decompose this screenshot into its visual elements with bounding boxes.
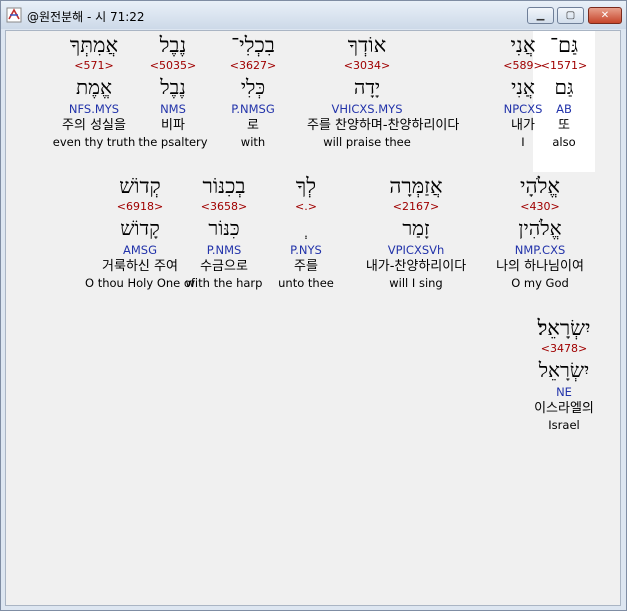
window-title: @원전분해 - 시 71:22 bbox=[27, 10, 145, 24]
app-icon bbox=[6, 7, 22, 23]
english-gloss: even thy truth bbox=[52, 135, 136, 149]
morphology-code: AMSG bbox=[122, 243, 157, 257]
strong-number: <589> bbox=[503, 59, 543, 72]
word-cell[interactable]: יִשְׂרָאֵל׃ <3478> יִשְׂרָאֵל NE 이스라엘의 Israel bbox=[504, 314, 620, 433]
maximize-button[interactable]: ▢ bbox=[557, 7, 584, 24]
strong-number: <430> bbox=[520, 200, 560, 213]
close-icon: ✕ bbox=[600, 10, 610, 21]
strong-number: <3478> bbox=[540, 342, 588, 355]
hebrew-lemma: זָמַר bbox=[402, 216, 430, 240]
hebrew-lemma: אֲנִי bbox=[511, 75, 535, 99]
english-gloss: will I sing bbox=[389, 276, 443, 290]
english-gloss: I bbox=[521, 135, 525, 149]
korean-gloss: 이스라엘의 bbox=[534, 401, 594, 416]
korean-gloss: 거룩하신 주여 bbox=[102, 259, 178, 274]
english-gloss: O thou Holy One of bbox=[85, 276, 195, 290]
word-cell[interactable]: אֲנִי <589> אֲנִי NPCXS 내가 I bbox=[463, 31, 583, 150]
english-gloss: will praise thee bbox=[323, 135, 411, 149]
word-cell[interactable]: אוֹדְךָ <3034> יָדָה VHICXS.MYS 주를 찬양하며-찬양하리… bbox=[307, 31, 460, 150]
close-button[interactable]: ✕ bbox=[588, 7, 622, 24]
korean-gloss: 나의 하나님이여 bbox=[496, 259, 584, 274]
strong-number: <6918> bbox=[116, 200, 164, 213]
morphology-code: NMP.CXS bbox=[514, 243, 566, 257]
hebrew-word: אֲמִתְּךָ bbox=[69, 33, 119, 57]
strong-number: <3034> bbox=[343, 59, 391, 72]
word-cell[interactable]: אֲמִתְּךָ <571> אֱמֶת NFS.MYS 주의 성실을 even thy… bbox=[34, 31, 154, 150]
morphology-code: NFS.MYS bbox=[68, 102, 120, 116]
hebrew-word: אֲנִי bbox=[510, 33, 536, 57]
strong-number: <571> bbox=[74, 59, 114, 72]
korean-gloss: 주의 성실을 bbox=[62, 118, 126, 133]
maximize-icon: ▢ bbox=[565, 10, 576, 21]
morphology-code: NE bbox=[556, 385, 572, 399]
korean-gloss: 내가 bbox=[511, 118, 535, 133]
english-gloss: O my God bbox=[511, 276, 569, 290]
minimize-button[interactable]: ▁ bbox=[527, 7, 554, 24]
korean-gloss: 주를 찬양하며-찬양하리이다 bbox=[307, 118, 460, 133]
morphology-code: VPICXSVh bbox=[387, 243, 445, 257]
morphology-code: NPCXS bbox=[503, 102, 543, 116]
title-bar[interactable]: @원전분해 - 시 71:22 ▁ ▢ ✕ bbox=[1, 1, 626, 29]
app-window: @원전분해 - 시 71:22 ▁ ▢ ✕ גַּם־ <1571> גַּם AB 또… bbox=[0, 0, 627, 611]
word-cell[interactable]: אֲזַמְּרָה <2167> זָמַר VPICXSVh 내가-찬양하리이다 wi… bbox=[356, 172, 476, 291]
strong-number: <2167> bbox=[392, 200, 440, 213]
hebrew-word: יִשְׂרָאֵל׃ bbox=[537, 316, 591, 340]
korean-gloss: 내가-찬양하리이다 bbox=[365, 259, 467, 274]
morphology-code: VHICXS.MYS bbox=[331, 102, 403, 116]
minimize-icon: ▁ bbox=[536, 10, 545, 21]
hebrew-word: קְדוֹשׁ bbox=[119, 174, 161, 198]
hebrew-lemma: יִשְׂרָאֵל bbox=[538, 358, 590, 382]
hebrew-word: אוֹדְךָ bbox=[347, 33, 387, 57]
hebrew-lemma: יָדָה bbox=[353, 75, 381, 99]
hebrew-lemma: אֱמֶת bbox=[75, 75, 113, 99]
word-cell[interactable]: אֱלֹהָי <430> אֱלֹהִין NMP.CXS 나의 하나님이여 O my … bbox=[480, 172, 600, 291]
hebrew-word: אֱלֹהָי bbox=[519, 174, 560, 198]
hebrew-word: אֲזַמְּרָה bbox=[389, 174, 443, 198]
hebrew-lemma: קָדוֹשׁ bbox=[120, 216, 160, 240]
hebrew-lemma: אֱלֹהִין bbox=[518, 216, 562, 240]
word-cell[interactable]: קְדוֹשׁ <6918> קָדוֹשׁ AMSG 거룩하신 주여 O thou Ho… bbox=[80, 172, 200, 291]
english-gloss: Israel bbox=[548, 418, 580, 432]
interlinear-panel: גַּם־ <1571> גַּם AB 또 also אֲנִי <589> אֲנִי NPC… bbox=[5, 30, 621, 606]
